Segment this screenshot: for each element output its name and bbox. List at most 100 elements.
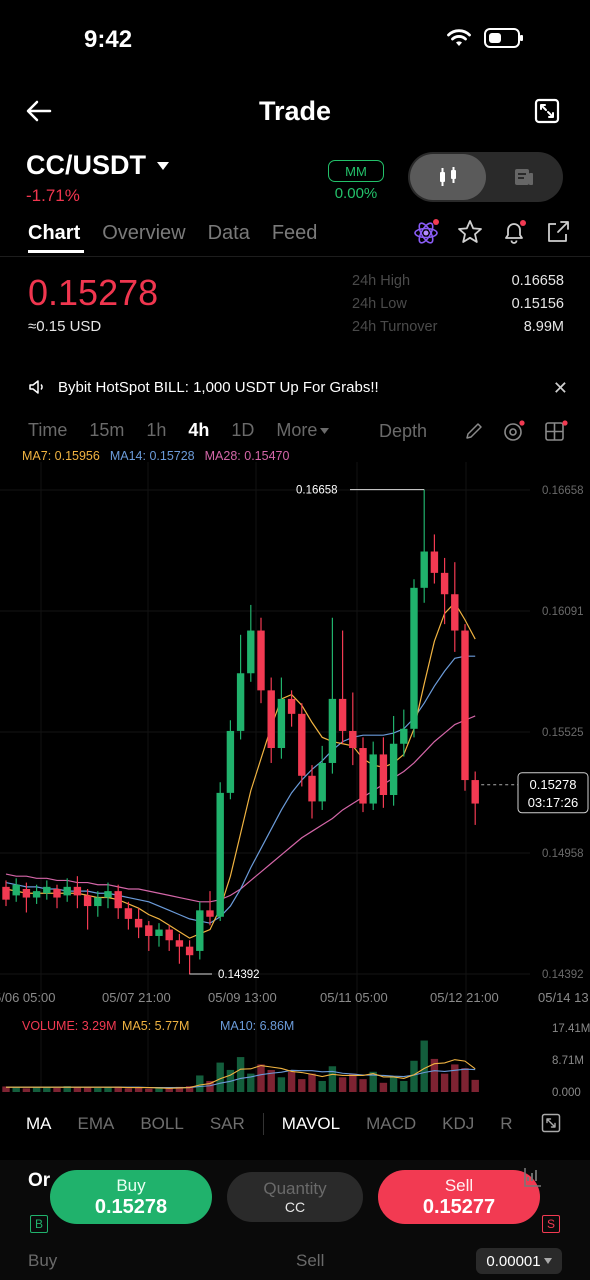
volume-bar xyxy=(440,1073,449,1092)
candle xyxy=(338,698,347,731)
volume-bar xyxy=(145,1088,153,1092)
tf-1d[interactable]: 1D xyxy=(231,420,254,441)
tf-1h[interactable]: 1h xyxy=(146,420,166,441)
tab-actions xyxy=(412,218,572,246)
price-chart[interactable]: 0.16658 0.16091 0.15525 0.14958 0.14392 0.166… xyxy=(0,462,590,1102)
orderbook-view-button[interactable] xyxy=(486,154,562,200)
close-icon[interactable]: ✕ xyxy=(553,378,568,399)
candle xyxy=(185,946,194,956)
pair-change: -1.71% xyxy=(26,186,80,205)
ind-mavol[interactable]: MAVOL xyxy=(282,1114,340,1134)
y-tick-label: 0.14392 xyxy=(542,969,584,981)
pair-selector[interactable]: CC/USDT xyxy=(26,150,170,181)
tf-more[interactable]: More xyxy=(276,420,330,441)
candle xyxy=(32,891,41,898)
mm-badge[interactable]: MM xyxy=(328,160,384,182)
volume-bar xyxy=(379,1082,388,1092)
candle xyxy=(369,754,377,804)
candle xyxy=(389,743,398,796)
candle xyxy=(145,925,153,936)
volume-bar xyxy=(104,1087,112,1092)
volume-tick-label: 0.000 xyxy=(552,1087,581,1099)
candle xyxy=(43,886,51,894)
volume-tick-label: 17.41M xyxy=(552,1023,590,1035)
status-icons xyxy=(446,28,523,48)
candle xyxy=(53,888,61,898)
volume-bar xyxy=(53,1087,61,1092)
ind-boll[interactable]: BOLL xyxy=(140,1114,183,1134)
announcement-text: Bybit HotSpot BILL: 1,000 USDT Up For Gr… xyxy=(58,378,379,396)
indicator-expand-icon[interactable] xyxy=(541,1113,561,1133)
volume-bar xyxy=(349,1073,357,1092)
indicator-settings-icon[interactable] xyxy=(502,420,526,442)
tf-4h[interactable]: 4h xyxy=(188,420,209,441)
bottom-sell-label[interactable]: Sell xyxy=(296,1251,324,1271)
candle xyxy=(257,630,265,691)
chart-line-icon[interactable] xyxy=(522,1166,542,1188)
indicator-tabs: MA EMA BOLL SAR MAVOL MACD KDJ R xyxy=(26,1113,513,1135)
section-tabs: Chart Overview Data Feed xyxy=(28,222,317,245)
candle xyxy=(359,748,367,804)
tf-more-label: More xyxy=(276,420,318,440)
candle xyxy=(420,551,428,588)
price-usd: ≈0.15 USD xyxy=(28,318,102,335)
ind-sar[interactable]: SAR xyxy=(210,1114,245,1134)
x-tick-label: 05/09 13:00 xyxy=(208,990,277,1005)
ind-ema[interactable]: EMA xyxy=(78,1114,115,1134)
wifi-icon xyxy=(447,29,471,46)
candle xyxy=(83,895,92,907)
volume-bar xyxy=(83,1087,92,1092)
sell-button-label: Sell xyxy=(444,1175,474,1195)
x-tick-label: 05/07 21:00 xyxy=(102,990,171,1005)
tab-overview[interactable]: Overview xyxy=(102,222,185,245)
ticker-stats: 24h High 0.16658 24h Low 0.15156 24h Turno… xyxy=(352,273,564,342)
ind-r[interactable]: R xyxy=(500,1114,512,1134)
atom-icon[interactable] xyxy=(412,218,440,246)
star-icon[interactable] xyxy=(456,218,484,246)
low-value: 0.15156 xyxy=(511,296,564,312)
buy-button[interactable]: Buy 0.15278 xyxy=(50,1170,212,1224)
volume-bar xyxy=(400,1080,408,1092)
volume-bar xyxy=(389,1077,398,1092)
ind-kdj[interactable]: KDJ xyxy=(442,1114,474,1134)
announcement-bar[interactable]: Bybit HotSpot BILL: 1,000 USDT Up For Gr… xyxy=(28,378,568,399)
quantity-field[interactable]: Quantity CC xyxy=(227,1172,363,1222)
tab-data[interactable]: Data xyxy=(208,222,250,245)
x-tick-label: 05/12 21:00 xyxy=(430,990,499,1005)
bell-icon[interactable] xyxy=(500,218,528,246)
y-tick-label: 0.15525 xyxy=(542,727,584,739)
candle xyxy=(287,698,296,714)
low-marker-label: 0.14392 xyxy=(218,969,260,981)
tab-feed[interactable]: Feed xyxy=(272,222,318,245)
tf-time[interactable]: Time xyxy=(28,420,67,441)
fullscreen-icon[interactable] xyxy=(534,98,560,124)
candle xyxy=(461,630,469,781)
tf-15m[interactable]: 15m xyxy=(89,420,124,441)
depth-button[interactable]: Depth xyxy=(379,421,427,442)
candle xyxy=(349,730,357,749)
candle xyxy=(175,940,184,947)
vol-ma5-legend: MA5: 5.77M xyxy=(122,1019,189,1033)
volume-bar xyxy=(287,1071,296,1092)
sell-button[interactable]: Sell 0.15277 xyxy=(378,1170,540,1224)
caret-down-icon xyxy=(320,427,330,434)
high-value: 0.16658 xyxy=(511,273,564,289)
bottom-buy-label[interactable]: Buy xyxy=(28,1251,57,1271)
volume-bar xyxy=(43,1087,51,1092)
tab-chart[interactable]: Chart xyxy=(28,222,80,245)
precision-select[interactable]: 0.00001 xyxy=(476,1248,562,1274)
quantity-unit: CC xyxy=(284,1199,306,1215)
high-marker-label: 0.16658 xyxy=(296,485,338,497)
ind-ma[interactable]: MA xyxy=(26,1114,52,1134)
candle xyxy=(155,929,163,936)
candle-view-button[interactable] xyxy=(410,154,486,200)
ind-macd[interactable]: MACD xyxy=(366,1114,416,1134)
share-icon[interactable] xyxy=(544,218,572,246)
order-section-label: Or xyxy=(28,1170,51,1191)
volume-bar xyxy=(471,1079,479,1092)
vol-ma10-legend: MA10: 6.86M xyxy=(220,1019,294,1033)
divider xyxy=(262,1113,264,1135)
pencil-icon[interactable] xyxy=(464,421,484,441)
candle xyxy=(451,594,459,631)
layout-grid-icon[interactable] xyxy=(544,420,568,442)
